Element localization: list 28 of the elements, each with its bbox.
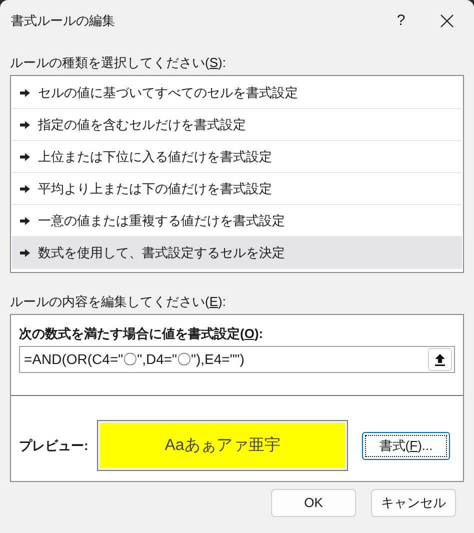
rule-type-text: 上位または下位に入る値だけを書式設定 xyxy=(38,148,272,166)
preview-sample: Aaあぁアァ亜宇 xyxy=(98,421,347,470)
formula-text: =AND(OR(C4="〇",D4="〇"),E4="") xyxy=(24,350,246,369)
preview-label: プレビュー: xyxy=(19,436,90,455)
formula-label: 次の数式を満たす場合に値を書式設定(O): xyxy=(19,325,264,343)
arrow-icon xyxy=(20,248,30,256)
upload-arrow-icon xyxy=(435,354,445,366)
dialog-button[interactable]: キャンセル xyxy=(371,489,456,517)
rule-type-item[interactable]: 数式を使用して、書式設定するセルを決定 xyxy=(12,237,462,269)
close-icon xyxy=(440,14,454,28)
arrow-icon xyxy=(20,184,30,192)
rule-type-text: セルの値に基づいてすべてのセルを書式設定 xyxy=(38,84,298,102)
rule-edit-label: ルールの内容を編集してください(E): xyxy=(10,293,227,311)
rule-type-label: ルールの種類を選択してください(S): xyxy=(10,54,227,72)
arrow-icon xyxy=(20,152,30,160)
arrow-icon xyxy=(20,120,30,128)
help-button[interactable]: ? xyxy=(378,5,424,37)
arrow-icon xyxy=(20,88,30,96)
rule-type-text: 指定の値を含むセルだけを書式設定 xyxy=(38,116,246,134)
rule-type-text: 一意の値または重複する値だけを書式設定 xyxy=(38,212,285,230)
dialog-button[interactable]: OK xyxy=(271,489,356,517)
format-button[interactable]: 書式(F)... xyxy=(362,432,450,460)
rule-type-text: 平均より上または下の値だけを書式設定 xyxy=(38,180,272,198)
arrow-icon xyxy=(20,216,30,224)
rule-type-text: 数式を使用して、書式設定するセルを決定 xyxy=(38,244,285,262)
window-title: 書式ルールの編集 xyxy=(11,12,116,30)
collapse-button[interactable] xyxy=(428,348,452,371)
formula-field[interactable]: =AND(OR(C4="〇",D4="〇"),E4="") xyxy=(19,346,455,373)
